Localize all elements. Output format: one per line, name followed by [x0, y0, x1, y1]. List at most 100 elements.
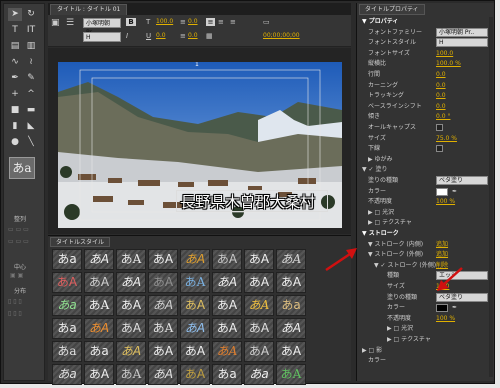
property-label[interactable]: 塗りの種類	[368, 176, 398, 186]
line-tool-icon[interactable]: ╲	[24, 136, 38, 149]
center-buttons-icon[interactable]: ▣ ▣	[10, 272, 23, 279]
property-label[interactable]: ▼ ストローク	[362, 229, 399, 239]
property-value[interactable]: 追加	[436, 250, 448, 260]
style-swatch[interactable]: あA	[212, 249, 242, 270]
property-value[interactable]: 0.0	[436, 81, 446, 91]
property-label[interactable]: 不透明度	[368, 197, 392, 207]
style-swatch[interactable]: あA	[116, 295, 146, 316]
type-tool-icon[interactable]: T	[8, 24, 22, 37]
title-canvas[interactable]: 1 長野県木曽郡大桑村	[48, 48, 351, 234]
font-style-select[interactable]: H	[83, 32, 121, 42]
property-label[interactable]: ▶ □ 光沢	[387, 324, 413, 334]
path-type-tool-icon[interactable]: ∿	[8, 56, 22, 69]
selection-tool-icon[interactable]: ➤	[8, 8, 22, 21]
style-swatch[interactable]: あa	[52, 295, 82, 316]
font-family-select[interactable]: 小塚明朝 Pr...	[83, 18, 121, 36]
style-swatch[interactable]: あA	[276, 364, 306, 385]
ellipse-tool-icon[interactable]: ●	[8, 136, 22, 149]
property-value[interactable]: 100 %	[436, 314, 455, 324]
style-swatch[interactable]: あA	[148, 364, 178, 385]
property-label[interactable]: 下線	[368, 144, 380, 154]
clipped-rectangle-tool-icon[interactable]: ▬	[24, 104, 38, 117]
rotation-tool-icon[interactable]: ↻	[24, 8, 38, 21]
distribute-buttons-icon[interactable]: ▯ ▯ ▯	[8, 298, 22, 305]
style-swatch[interactable]: あA	[276, 341, 306, 362]
align-left-icon[interactable]: ≡	[206, 18, 215, 26]
pen-tool-icon[interactable]: ✒	[8, 72, 22, 85]
tab-stops-icon[interactable]: ▦	[206, 32, 213, 40]
style-swatch[interactable]: あA	[180, 341, 210, 362]
property-label[interactable]: ▼ ストローク (内側)	[368, 240, 423, 250]
style-swatch[interactable]: あA	[276, 249, 306, 270]
property-label[interactable]: カラー	[368, 187, 386, 197]
style-swatch[interactable]: あA	[148, 318, 178, 339]
align-center-icon[interactable]: ≡	[218, 18, 224, 26]
property-dropdown[interactable]: エッジ	[436, 271, 488, 281]
align-right-icon[interactable]: ≡	[230, 18, 236, 26]
style-swatch[interactable]: あA	[116, 249, 146, 270]
property-label[interactable]: ▶ ゆがみ	[368, 155, 393, 165]
property-value[interactable]: 削除	[436, 261, 448, 271]
bold-button[interactable]: B	[126, 18, 136, 26]
property-value[interactable]: 0.0	[436, 91, 446, 101]
property-label[interactable]: オールキャップス	[368, 123, 416, 133]
property-checkbox[interactable]	[436, 124, 443, 131]
style-swatch[interactable]: あA	[116, 272, 146, 293]
style-swatch[interactable]: あA	[84, 364, 114, 385]
property-label[interactable]: サイズ	[387, 282, 405, 292]
new-title-icon[interactable]: ▣	[51, 18, 60, 28]
font-size-value[interactable]: 100.0	[156, 18, 173, 25]
style-swatch[interactable]: あA	[116, 318, 146, 339]
property-value[interactable]: 0.0	[436, 102, 446, 112]
style-swatch[interactable]: あA	[52, 272, 82, 293]
property-label[interactable]: カーニング	[368, 81, 398, 91]
color-swatch[interactable]	[436, 187, 448, 196]
property-label[interactable]: ▶ □ 光沢	[368, 208, 394, 218]
style-swatch[interactable]: あa	[52, 318, 82, 339]
property-value[interactable]: 100 %	[436, 197, 455, 207]
property-label[interactable]: トラッキング	[368, 91, 404, 101]
style-swatch[interactable]: あA	[212, 341, 242, 362]
property-label[interactable]: ▶ □ 影	[362, 346, 382, 356]
style-swatch[interactable]: あA	[276, 272, 306, 293]
property-label[interactable]: 不透明度	[387, 314, 411, 324]
title-text[interactable]: 長野県木曽郡大桑村	[180, 191, 315, 212]
property-label[interactable]: ▼ ✓ 塗り	[362, 165, 387, 175]
eyedropper-icon[interactable]: ✒	[452, 303, 457, 313]
property-label[interactable]: ベースラインシフト	[368, 102, 422, 112]
properties-scrollbar[interactable]	[489, 17, 493, 377]
style-swatch[interactable]: あA	[148, 295, 178, 316]
style-swatch[interactable]: あA	[180, 249, 210, 270]
style-swatch[interactable]: あA	[180, 318, 210, 339]
color-swatch[interactable]	[436, 304, 448, 313]
property-label[interactable]: サイズ	[368, 134, 386, 144]
property-label[interactable]: フォントファミリー	[368, 28, 422, 38]
style-swatch[interactable]: あA	[212, 272, 242, 293]
tab-title-styles[interactable]: タイトルスタイル	[50, 237, 111, 247]
property-label[interactable]: カラー	[368, 356, 386, 366]
property-label[interactable]: ▼ ストローク (外側)	[368, 250, 423, 260]
style-swatch[interactable]: あa	[84, 341, 114, 362]
style-swatch[interactable]: あa	[52, 341, 82, 362]
tracking-value[interactable]: 0.0	[188, 32, 198, 39]
style-swatch[interactable]: あA	[244, 272, 274, 293]
add-anchor-tool-icon[interactable]: +	[8, 88, 22, 101]
style-swatch[interactable]: あA	[212, 318, 242, 339]
property-value[interactable]: 100.0 %	[436, 59, 461, 69]
vertical-type-tool-icon[interactable]: IT	[24, 24, 38, 37]
area-type-tool-icon[interactable]: ▤	[8, 40, 22, 53]
style-swatch[interactable]: あA	[244, 249, 274, 270]
property-label[interactable]: ▼ ✓ ストローク (外側)	[374, 261, 436, 271]
property-dropdown[interactable]: ベタ塗り	[436, 176, 488, 185]
eyedropper-icon[interactable]: ✒	[452, 187, 457, 197]
property-label[interactable]: ▶ □ テクスチャ	[387, 335, 431, 345]
kerning-value[interactable]: 0.0	[156, 32, 166, 39]
style-swatch[interactable]: あA	[148, 272, 178, 293]
property-value[interactable]: 10.0	[436, 282, 449, 292]
style-swatch[interactable]: あA	[244, 295, 274, 316]
align-buttons-2-icon[interactable]: ▭ ▭ ▭	[8, 238, 29, 245]
vertical-path-type-tool-icon[interactable]: ≀	[24, 56, 38, 69]
style-swatch[interactable]: あA	[116, 341, 146, 362]
style-swatch[interactable]: あA	[84, 249, 114, 270]
property-label[interactable]: ▶ □ テクスチャ	[368, 218, 412, 228]
